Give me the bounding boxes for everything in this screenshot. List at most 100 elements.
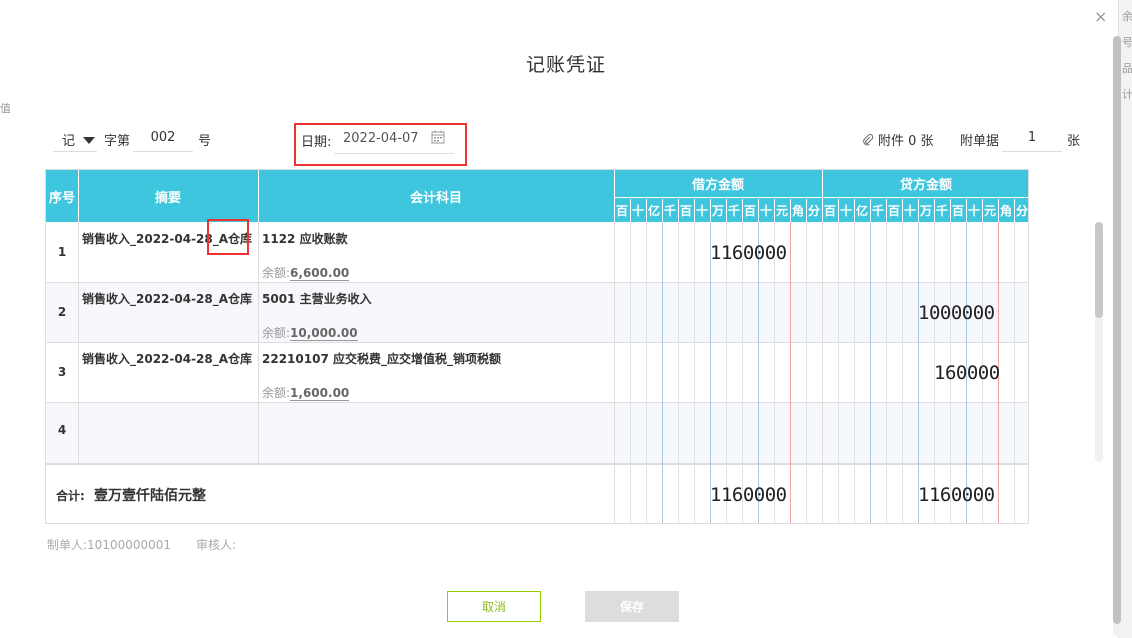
credit-digit-label: 十 xyxy=(839,204,852,218)
hao-label: 号 xyxy=(198,134,212,149)
caret-down-icon xyxy=(83,137,96,144)
digit-header-divider xyxy=(806,199,807,222)
digit-header-divider xyxy=(1014,199,1015,222)
maker-info: 制单人:10100000001 xyxy=(47,538,172,552)
digit-header-divider xyxy=(630,199,631,222)
digit-grid-line xyxy=(918,222,919,523)
digit-grid-line xyxy=(630,222,631,523)
row-summary[interactable]: 销售收入_2022-04-28_A仓库 xyxy=(82,350,252,367)
balance-value: 10,000.00 xyxy=(290,326,358,341)
digit-header-divider xyxy=(758,199,759,222)
balance-value: 6,600.00 xyxy=(290,266,350,281)
col-debit: 借方金额 xyxy=(614,170,822,198)
table-row[interactable]: 4 xyxy=(46,403,1028,464)
table-scrollbar[interactable] xyxy=(1095,222,1103,462)
background-char: 计 xyxy=(1122,88,1132,101)
date-input[interactable]: 2022-04-07 xyxy=(343,131,419,146)
page: 余 号 品 计 值 × 记账凭证 记 字第 002 号 日期: 2022-04-… xyxy=(0,0,1132,638)
save-button[interactable]: 保存 xyxy=(585,591,679,622)
cancel-button[interactable]: 取消 xyxy=(447,591,541,622)
voucher-number-input[interactable]: 002 xyxy=(133,126,193,152)
receipt-count-input[interactable]: 1 xyxy=(1002,126,1062,152)
reviewer-info: 审核人: xyxy=(196,538,237,552)
debit-digit-label: 百 xyxy=(679,204,692,218)
digit-grid-line xyxy=(710,222,711,523)
body-divider xyxy=(822,222,823,523)
attachment-link[interactable]: 附件 0 张 xyxy=(862,130,934,149)
debit-digit-label: 十 xyxy=(631,204,644,218)
digit-header-divider xyxy=(838,199,839,222)
digit-grid-line xyxy=(774,222,775,523)
debit-digit-label: 十 xyxy=(759,204,772,218)
row-number: 3 xyxy=(57,365,67,379)
digit-grid-line xyxy=(886,222,887,523)
credit-digit-label: 分 xyxy=(1015,204,1028,218)
debit-digit-label: 十 xyxy=(695,204,708,218)
zi-label: 字第 xyxy=(104,134,131,149)
debit-digit-label: 千 xyxy=(727,204,740,218)
debit-digit-label: 分 xyxy=(807,204,820,218)
col-credit: 贷方金额 xyxy=(822,170,1028,198)
digit-header-divider xyxy=(710,199,711,222)
balance-label: 余额: xyxy=(262,326,291,340)
balance-label: 余额: xyxy=(262,386,291,400)
debit-digit-label: 角 xyxy=(791,204,804,218)
table-scrollbar-thumb[interactable] xyxy=(1095,222,1103,318)
col-account: 会计科目 xyxy=(409,190,462,206)
table-row[interactable]: 3 销售收入_2022-04-28_A仓库 22210107 应交税费_应交增值… xyxy=(46,343,1028,403)
credit-digit-label: 千 xyxy=(935,204,948,218)
digit-grid-line xyxy=(1014,222,1015,523)
col-summary: 摘要 xyxy=(154,190,181,206)
total-words: 壹万壹仟陆佰元整 xyxy=(94,488,206,504)
digit-grid-line xyxy=(694,222,695,523)
digit-header-divider xyxy=(982,199,983,222)
digit-grid-line xyxy=(854,222,855,523)
dialog-scrollbar-thumb[interactable] xyxy=(1113,36,1121,624)
voucher-type-value: 记 xyxy=(62,134,76,149)
background-left-char: 值 xyxy=(0,102,10,115)
table-row[interactable]: 1 销售收入_2022-04-28_A仓库 1122 应收账款 余额:6,600… xyxy=(46,222,1028,283)
dialog-scrollbar[interactable] xyxy=(1113,36,1121,636)
total-credit-amount: 1160000 xyxy=(918,484,995,506)
dialog-title: 记账凭证 xyxy=(525,54,606,76)
paperclip-icon xyxy=(863,133,874,145)
digit-header-divider xyxy=(742,199,743,222)
col-seq: 序号 xyxy=(48,190,75,206)
attachment-label: 附件 0 张 xyxy=(878,134,934,149)
digit-header-divider xyxy=(662,199,663,222)
table-header: 序号 摘要 会计科目 借方金额 贷方金额 百十亿千百十万千百十元角分百十亿千百十… xyxy=(46,170,1028,222)
background-char: 号 xyxy=(1122,36,1132,49)
credit-digit-label: 万 xyxy=(919,204,932,218)
row-balance: 余额:6,600.00 xyxy=(262,264,350,281)
calendar-icon[interactable] xyxy=(431,130,445,144)
digit-header-divider xyxy=(870,199,871,222)
digit-header-divider xyxy=(854,199,855,222)
header-divider xyxy=(258,170,259,222)
row-account[interactable]: 22210107 应交税费_应交增值税_销项税额 xyxy=(262,350,501,367)
row-summary[interactable]: 销售收入_2022-04-28_A仓库 xyxy=(82,290,252,307)
balance-value: 1,600.00 xyxy=(290,386,350,401)
digit-header-divider xyxy=(950,199,951,222)
close-icon[interactable]: × xyxy=(1094,8,1107,26)
voucher-table: 序号 摘要 会计科目 借方金额 贷方金额 百十亿千百十万千百十元角分百十亿千百十… xyxy=(45,169,1029,524)
digit-header-divider xyxy=(918,199,919,222)
date-label: 日期: xyxy=(301,135,332,150)
total-debit-amount: 1160000 xyxy=(710,484,787,506)
row-account[interactable]: 1122 应收账款 xyxy=(262,230,348,247)
digit-header-divider xyxy=(726,199,727,222)
digit-header-divider xyxy=(678,199,679,222)
row-account[interactable]: 5001 主营业务收入 xyxy=(262,290,372,307)
credit-digit-label: 千 xyxy=(871,204,884,218)
total-row: 合计: 壹万壹仟陆佰元整 xyxy=(46,464,1028,523)
debit-digit-label: 万 xyxy=(711,204,724,218)
body-divider xyxy=(614,222,615,523)
debit-digit-label: 元 xyxy=(775,204,788,218)
debit-digit-label: 亿 xyxy=(647,204,660,218)
table-row[interactable]: 2 销售收入_2022-04-28_A仓库 5001 主营业务收入 余额:10,… xyxy=(46,283,1028,343)
voucher-type-select[interactable]: 记 xyxy=(53,126,97,152)
total-label: 合计: xyxy=(56,489,85,503)
digit-grid-line xyxy=(790,222,791,523)
credit-digit-label: 亿 xyxy=(855,204,868,218)
digit-grid-line xyxy=(646,222,647,523)
digit-grid-line xyxy=(902,222,903,523)
